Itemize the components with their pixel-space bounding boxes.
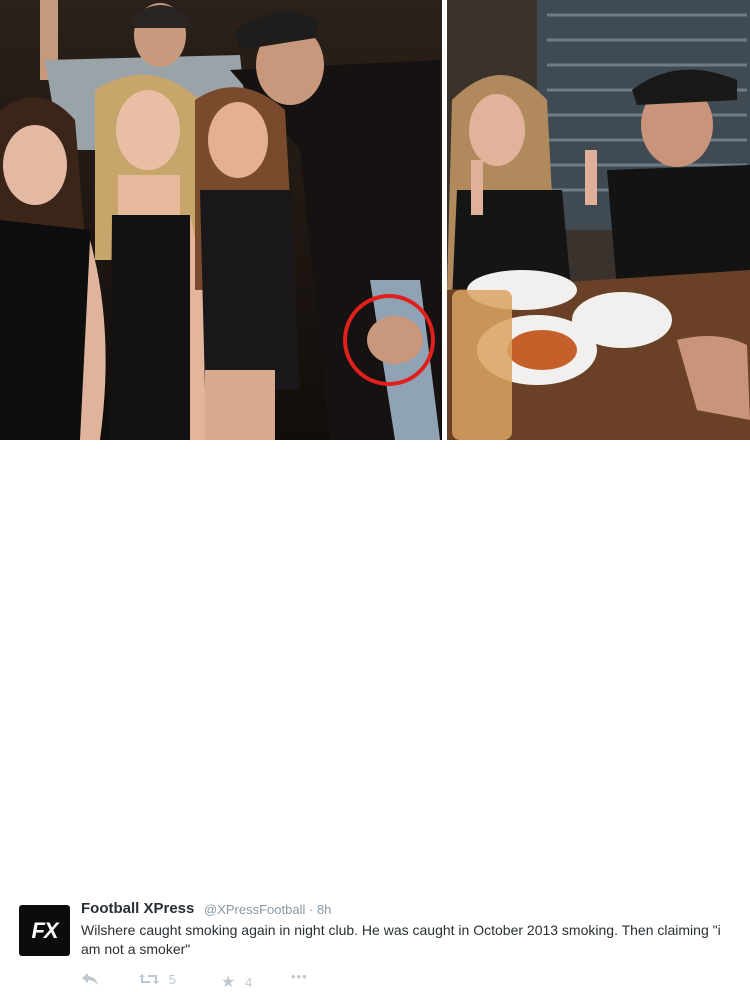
retweet-count: 5 (168, 972, 176, 987)
avatar-logo-text: FX (31, 918, 58, 943)
avatar[interactable]: FX (19, 905, 70, 956)
meta-separator: · (308, 902, 314, 917)
tweet-author-meta: @XPressFootball · 8h (204, 902, 331, 917)
tweet-media[interactable] (0, 0, 750, 440)
favorite-count: 4 (244, 975, 253, 990)
restaurant-illustration (447, 0, 750, 440)
tweet-card: FX Football XPress @XPressFootball · 8h … (0, 440, 750, 991)
restaurant-photo[interactable] (447, 0, 750, 440)
tweet-author-name[interactable]: Football XPress (81, 900, 194, 917)
tweet-author-handle[interactable]: @XPressFootball (204, 902, 305, 917)
retweet-button[interactable]: 5 (139, 972, 176, 987)
favorite-icon: ★ (221, 974, 236, 991)
nightclub-group-illustration (0, 0, 442, 440)
favorite-button[interactable]: ★ 4 (221, 972, 252, 992)
more-icon: ••• (291, 969, 308, 984)
reply-button[interactable] (81, 972, 99, 989)
retweet-icon (139, 974, 159, 984)
tweet-timestamp[interactable]: 8h (317, 902, 331, 917)
more-button[interactable]: ••• (291, 969, 308, 984)
reply-icon (82, 973, 98, 985)
nightclub-group-photo[interactable] (0, 0, 442, 440)
tweet-text: Wilshere caught smoking again in night c… (81, 922, 721, 957)
